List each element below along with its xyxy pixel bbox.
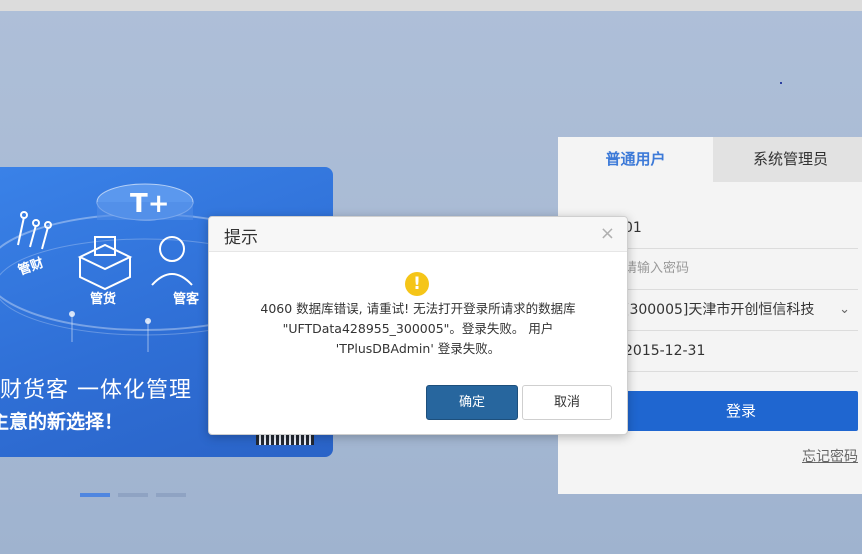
error-dialog: 提示 × ! 4060 数据库错误, 请重试! 无法打开登录所请求的数据库 "U…	[208, 216, 628, 435]
dialog-message-line-3: 'TPlusDBAdmin' 登录失败。	[335, 341, 501, 356]
finance-label: 管财	[16, 255, 46, 279]
carousel-dot-1[interactable]	[80, 493, 110, 497]
chevron-down-icon: ⌄	[839, 302, 850, 317]
carousel-dot-3[interactable]	[156, 493, 186, 497]
customers-label: 管客	[173, 291, 200, 307]
dialog-title: 提示	[224, 228, 258, 248]
person-icon	[151, 236, 193, 286]
confirm-button[interactable]: 确定	[426, 385, 518, 420]
banner-subline: 主意的新选择！	[0, 411, 124, 433]
username-field[interactable]: 01	[624, 208, 858, 249]
goods-label: 管货	[90, 291, 116, 307]
dialog-message: 4060 数据库错误, 请重试! 无法打开登录所请求的数据库 "UFTData4…	[229, 299, 607, 359]
warning-icon: !	[405, 272, 429, 296]
date-field[interactable]: 2015-12-31	[624, 331, 858, 372]
forgot-password-link[interactable]: 忘记密码	[802, 446, 858, 466]
tab-system-admin[interactable]: 系统管理员	[713, 137, 862, 182]
dialog-message-line-2: "UFTData428955_300005"。登录失败。 用户	[282, 321, 554, 336]
tab-normal-user[interactable]: 普通用户	[558, 137, 713, 182]
login-tabs: 普通用户 系统管理员	[558, 137, 862, 182]
dialog-header: 提示 ×	[209, 217, 627, 252]
account-select-value: [300005]天津市开创恒信科技	[624, 302, 815, 318]
login-button[interactable]: 登录	[624, 391, 858, 431]
password-field[interactable]: 请输入密码	[624, 249, 858, 290]
dialog-message-line-1: 4060 数据库错误, 请重试! 无法打开登录所请求的数据库	[260, 301, 576, 316]
carousel-dot-2[interactable]	[118, 493, 148, 497]
cancel-button[interactable]: 取消	[522, 385, 612, 420]
carousel-indicators	[80, 493, 186, 497]
stray-dot	[780, 82, 782, 84]
account-select[interactable]: [300005]天津市开创恒信科技 ⌄	[624, 290, 858, 331]
close-icon[interactable]: ×	[600, 225, 615, 243]
product-logo-text: T+	[130, 189, 170, 219]
bar-chart-icon	[17, 211, 52, 250]
top-bar	[0, 0, 862, 11]
box-icon	[77, 236, 133, 291]
banner-headline: 财货客 一体化管理	[0, 378, 192, 403]
